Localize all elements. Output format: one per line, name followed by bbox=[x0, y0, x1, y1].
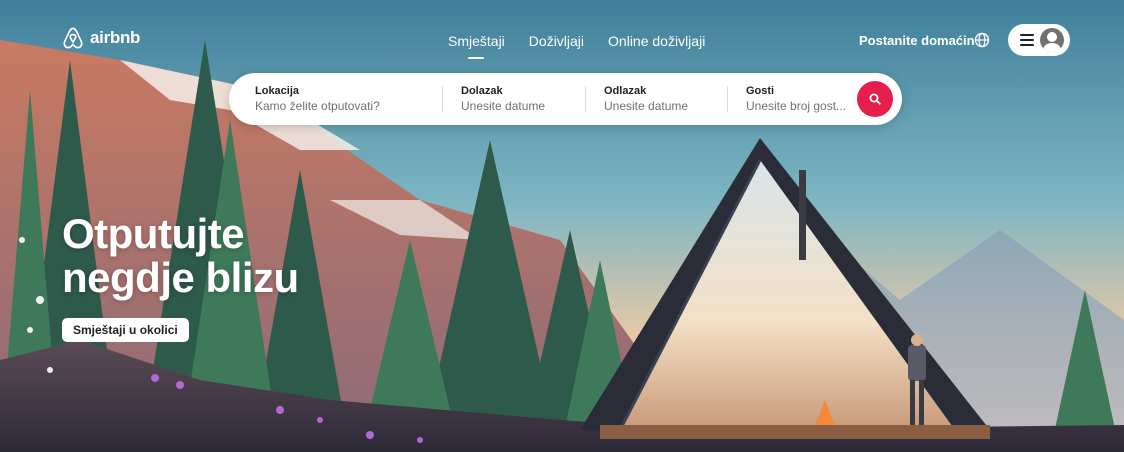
location-label: Lokacija bbox=[255, 85, 300, 97]
checkin-placeholder: Unesite datume bbox=[461, 99, 546, 113]
search-icon bbox=[869, 93, 881, 105]
checkout-field[interactable]: Odlazak Unesite datume bbox=[604, 73, 724, 125]
checkin-label: Dolazak bbox=[461, 85, 503, 97]
globe-icon[interactable] bbox=[974, 32, 990, 48]
location-placeholder: Kamo želite otputovati? bbox=[255, 99, 380, 113]
hamburger-menu-icon bbox=[1020, 34, 1034, 46]
hero-banner: airbnb Smještaji Doživljaji Online doživ… bbox=[0, 0, 1124, 452]
search-divider bbox=[585, 86, 586, 112]
headline-line-2: negdje blizu bbox=[62, 254, 299, 301]
search-bar: Lokacija Kamo želite otputovati? Dolazak… bbox=[229, 73, 902, 125]
airbnb-belo-icon bbox=[63, 27, 83, 49]
user-menu-button[interactable] bbox=[1008, 24, 1070, 56]
checkout-placeholder: Unesite datume bbox=[604, 99, 689, 113]
airbnb-logo[interactable]: airbnb bbox=[62, 26, 140, 50]
tab-stays[interactable]: Smještaji bbox=[436, 33, 517, 59]
search-divider bbox=[442, 86, 443, 112]
guests-placeholder: Unesite broj gost... bbox=[746, 99, 846, 113]
nearby-stays-button[interactable]: Smještaji u okolici bbox=[62, 318, 189, 342]
guests-field[interactable]: Gosti Unesite broj gost... bbox=[746, 73, 846, 125]
guests-label: Gosti bbox=[746, 85, 775, 97]
location-field[interactable]: Lokacija Kamo želite otputovati? bbox=[255, 73, 435, 125]
tab-experiences[interactable]: Doživljaji bbox=[517, 33, 596, 49]
become-host-link[interactable]: Postanite domaćin bbox=[859, 33, 975, 48]
hero-headline: Otputujte negdje blizu bbox=[62, 212, 299, 300]
brand-name: airbnb bbox=[90, 28, 141, 47]
headline-line-1: Otputujte bbox=[62, 210, 245, 257]
checkin-field[interactable]: Dolazak Unesite datume bbox=[461, 73, 581, 125]
nav-tabs: Smještaji Doživljaji Online doživljaji bbox=[436, 33, 717, 59]
tab-online-experiences[interactable]: Online doživljaji bbox=[596, 33, 717, 49]
search-button[interactable] bbox=[857, 81, 893, 117]
search-divider bbox=[727, 86, 728, 112]
checkout-label: Odlazak bbox=[604, 85, 647, 97]
user-avatar-icon bbox=[1040, 28, 1064, 52]
